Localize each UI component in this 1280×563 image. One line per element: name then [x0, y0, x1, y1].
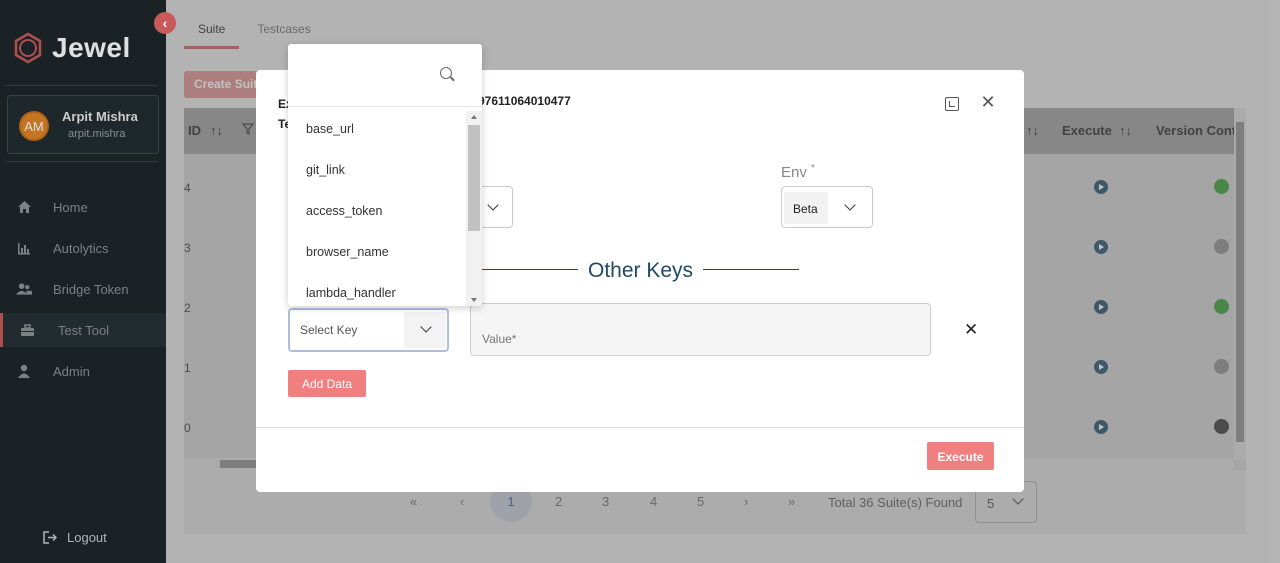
divider	[703, 269, 799, 270]
modal-suite-id: 97611064010477	[478, 94, 571, 108]
other-keys-title: Other Keys	[588, 259, 694, 282]
chevron-left-icon: ‹	[162, 15, 168, 31]
sidebar-collapse-button[interactable]: ‹	[154, 12, 176, 34]
env-label-text: Env	[781, 164, 807, 181]
required-marker: *	[811, 163, 815, 174]
expand-icon[interactable]	[945, 97, 959, 111]
env-value: Beta	[784, 192, 828, 224]
dropdown-option[interactable]: base_url	[288, 119, 466, 160]
dropdown-option[interactable]: browser_name	[288, 242, 466, 283]
select-key-placeholder: Select Key	[300, 323, 358, 337]
dropdown-options: base_url git_link access_token browser_n…	[288, 119, 466, 306]
sidebar-backdrop	[0, 0, 166, 563]
divider	[256, 427, 1024, 428]
divider	[481, 269, 578, 270]
scroll-down-icon[interactable]	[471, 298, 477, 302]
select-key-dropdown[interactable]: Select Key	[288, 308, 449, 352]
dropdown-search[interactable]	[288, 44, 482, 107]
value-input[interactable]	[470, 303, 931, 356]
scrollbar-thumb[interactable]	[468, 125, 480, 231]
search-icon	[440, 67, 452, 79]
dropdown-option[interactable]: lambda_handler	[288, 283, 466, 306]
add-data-button[interactable]: Add Data	[288, 370, 366, 397]
dropdown-option[interactable]: git_link	[288, 160, 466, 201]
chevron-down-icon	[487, 199, 499, 211]
env-label: Env *	[781, 163, 815, 181]
hidden-select[interactable]	[478, 186, 513, 228]
chevron-down-icon	[844, 199, 856, 211]
execute-button[interactable]: Execute	[927, 442, 994, 470]
remove-row-icon[interactable]: ✕	[964, 320, 978, 340]
scroll-up-icon[interactable]	[471, 115, 477, 119]
env-select[interactable]: Beta	[781, 186, 873, 228]
dropdown-option[interactable]: access_token	[288, 201, 466, 242]
dropdown-scrollbar[interactable]	[466, 111, 482, 306]
select-key-menu: base_url git_link access_token browser_n…	[288, 44, 482, 306]
close-icon[interactable]: ✕	[980, 93, 996, 111]
